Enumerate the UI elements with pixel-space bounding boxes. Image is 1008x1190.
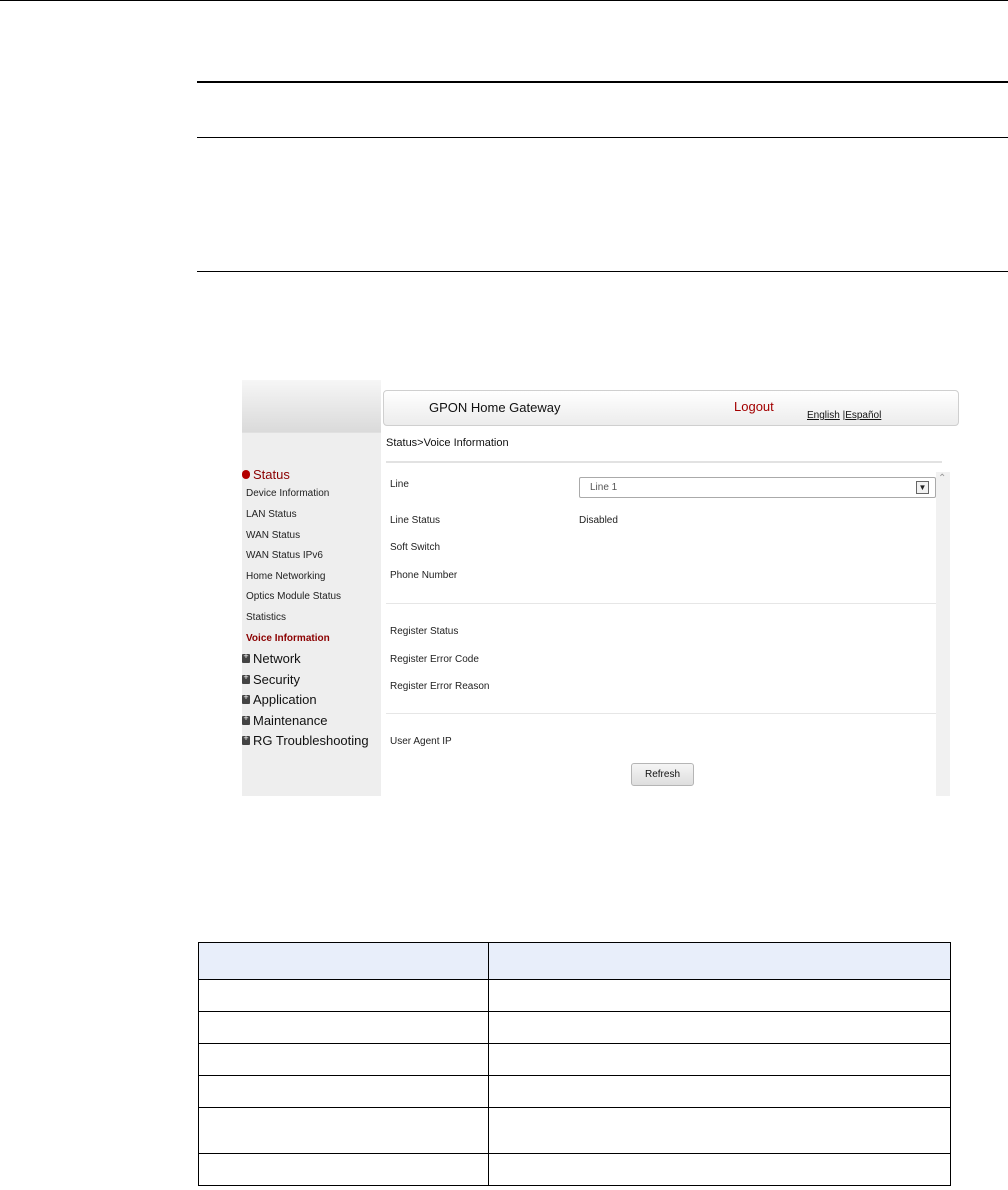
nav-group-label: Application: [253, 692, 317, 707]
table-header-row: [198, 942, 951, 980]
form-divider: [386, 713, 936, 714]
nav-group-label: Status: [253, 467, 290, 482]
table-cell: [488, 1043, 951, 1076]
line-status-label: Line Status: [390, 515, 441, 526]
table-row: [198, 1107, 951, 1154]
table-cell: [198, 1153, 489, 1186]
table-cell: [488, 1153, 951, 1186]
nav-group-label: Maintenance: [253, 713, 328, 728]
table-cell: [488, 1107, 951, 1154]
table-row: [198, 1011, 951, 1044]
phone-number-label: Phone Number: [390, 570, 458, 581]
brand-title: GPON Home Gateway: [429, 400, 561, 415]
table-header-cell: [198, 942, 489, 980]
table-row: [198, 979, 951, 1012]
expand-icon: [242, 690, 250, 704]
soft-switch-label: Soft Switch: [390, 542, 441, 553]
table-cell: [198, 979, 489, 1012]
register-status-label: Register Status: [390, 626, 459, 637]
nav-group-label: Network: [253, 651, 301, 666]
expand-icon: [242, 711, 250, 725]
breadcrumb: Status>Voice Information: [386, 437, 509, 449]
table-cell: [198, 1043, 489, 1076]
nav-item-voice-information[interactable]: Voice Information: [246, 632, 330, 646]
nav-group-maintenance[interactable]: Maintenance: [242, 711, 328, 730]
nav-group-application[interactable]: Application: [242, 690, 317, 709]
chevron-down-icon[interactable]: ▼: [916, 481, 929, 494]
nav-group-network[interactable]: Network: [242, 649, 301, 668]
collapse-icon: [242, 470, 250, 479]
table-header-cell: [488, 942, 951, 980]
gateway-header: GPON Home Gateway Logout English |Españo…: [383, 390, 959, 426]
table-row: [198, 1075, 951, 1108]
content-scrollbar[interactable]: ⌃: [936, 472, 950, 796]
gateway-screenshot: Status Device Information LAN Status WAN…: [242, 380, 962, 796]
register-error-code-label: Register Error Code: [390, 654, 479, 665]
expand-icon: [242, 731, 250, 745]
nav-group-label: RG Troubleshooting: [253, 733, 369, 748]
top-rule: [0, 0, 1008, 1]
nav-group-rg-troubleshooting[interactable]: RG Troubleshooting: [242, 731, 369, 750]
language-switch: English |Español: [807, 410, 881, 421]
table-cell: [198, 1011, 489, 1044]
nav-item-lan-status[interactable]: LAN Status: [246, 508, 297, 522]
line-select-value: Line 1: [590, 482, 618, 493]
refresh-button[interactable]: Refresh: [631, 763, 694, 786]
table-row: [198, 1043, 951, 1076]
table-cell: [198, 1075, 489, 1108]
nav-item-home-networking[interactable]: Home Networking: [246, 570, 325, 584]
nav-group-security[interactable]: Security: [242, 670, 300, 689]
logout-link[interactable]: Logout: [734, 399, 774, 414]
table-cell: [198, 1107, 489, 1154]
nav-item-wan-status[interactable]: WAN Status: [246, 529, 300, 543]
nav-group-status[interactable]: Status: [242, 466, 290, 484]
register-error-reason-label: Register Error Reason: [390, 681, 490, 692]
parameter-table: [198, 942, 951, 1186]
user-agent-ip-label: User Agent IP: [390, 736, 452, 747]
table-cell: [488, 979, 951, 1012]
table-cell: [488, 1075, 951, 1108]
expand-icon: [242, 670, 250, 684]
line-label: Line: [390, 479, 409, 490]
line-select[interactable]: Line 1 ▼: [579, 477, 936, 498]
nav-item-wan-status-ipv6[interactable]: WAN Status IPv6: [246, 549, 323, 563]
nav-group-label: Security: [253, 672, 300, 687]
sidebar-header: [242, 380, 381, 433]
lang-english-link[interactable]: English: [807, 410, 840, 421]
line-status-value: Disabled: [579, 515, 618, 526]
section-rule-3: [197, 271, 1008, 272]
nav-item-statistics[interactable]: Statistics: [246, 611, 286, 625]
nav-item-optics-module-status[interactable]: Optics Module Status: [246, 590, 341, 604]
lang-spanish-link[interactable]: Español: [845, 410, 881, 421]
nav-item-device-information[interactable]: Device Information: [246, 487, 329, 501]
expand-icon: [242, 649, 250, 663]
section-rule-2: [197, 137, 1008, 138]
scroll-up-icon[interactable]: ⌃: [938, 472, 946, 486]
section-rule-1: [197, 81, 1008, 83]
table-row: [198, 1153, 951, 1186]
form-divider: [386, 603, 936, 604]
table-cell: [488, 1011, 951, 1044]
breadcrumb-divider: [386, 461, 942, 463]
